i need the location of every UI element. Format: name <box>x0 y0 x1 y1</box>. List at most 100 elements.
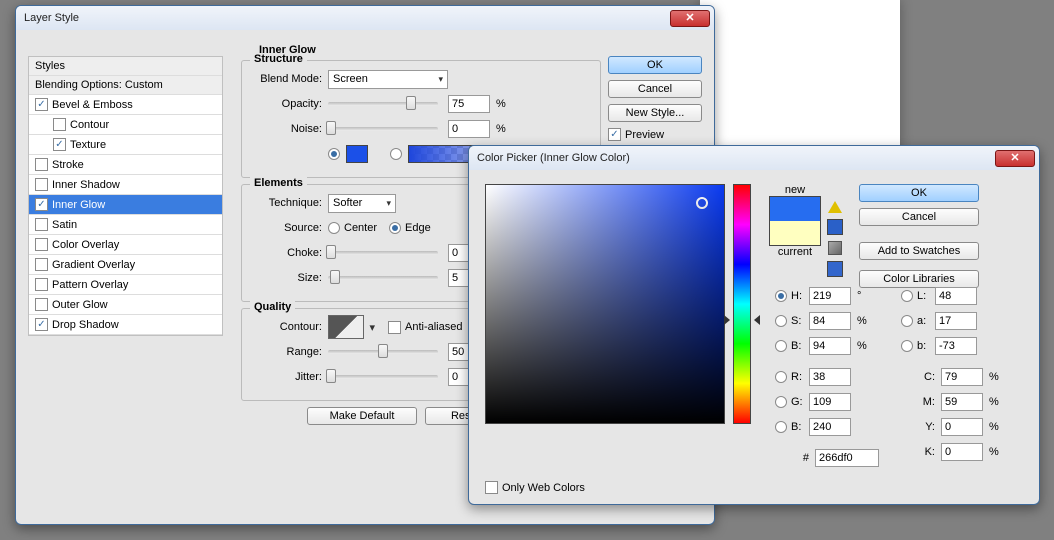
y-label: Y: <box>901 421 935 433</box>
aa-checkbox[interactable] <box>388 321 401 334</box>
style-satin[interactable]: Satin <box>29 215 222 235</box>
glow-gradient-radio[interactable] <box>390 148 402 160</box>
slider-thumb[interactable] <box>378 344 388 358</box>
checkbox[interactable] <box>35 178 48 191</box>
slider-thumb[interactable] <box>326 121 336 135</box>
style-contour[interactable]: Contour <box>29 115 222 135</box>
websafe-swatch[interactable] <box>827 261 843 277</box>
checkbox[interactable]: ✓ <box>53 138 66 151</box>
close-button[interactable]: ✕ <box>995 150 1035 167</box>
titlebar[interactable]: Layer Style ✕ <box>16 6 714 30</box>
noise-input[interactable] <box>448 120 490 138</box>
slider-thumb[interactable] <box>330 270 340 284</box>
s-input[interactable] <box>809 312 851 330</box>
gamut-swatch[interactable] <box>827 219 843 235</box>
checkbox[interactable]: ✓ <box>35 198 48 211</box>
styles-header[interactable]: Styles <box>29 57 222 76</box>
contour-picker[interactable] <box>328 315 364 339</box>
source-center-radio[interactable] <box>328 222 340 234</box>
current-color-swatch[interactable] <box>770 221 820 245</box>
source-edge-radio[interactable] <box>389 222 401 234</box>
technique-dropdown[interactable]: Softer <box>328 194 396 213</box>
hue-strip[interactable] <box>733 184 751 424</box>
hue-pointer[interactable] <box>726 315 758 325</box>
new-style-button[interactable]: New Style... <box>608 104 702 122</box>
style-outer-glow[interactable]: Outer Glow <box>29 295 222 315</box>
opacity-input[interactable] <box>448 95 490 113</box>
titlebar[interactable]: Color Picker (Inner Glow Color) ✕ <box>469 146 1039 170</box>
color-field[interactable] <box>485 184 725 424</box>
preview-checkbox[interactable]: ✓ <box>608 128 621 141</box>
a-radio[interactable] <box>901 315 913 327</box>
size-slider[interactable] <box>328 276 438 280</box>
b-input[interactable] <box>809 337 851 355</box>
bc-radio[interactable] <box>775 421 787 433</box>
opacity-slider[interactable] <box>328 102 438 106</box>
ok-button[interactable]: OK <box>859 184 979 202</box>
checkbox[interactable]: ✓ <box>35 318 48 331</box>
label: Texture <box>70 139 106 151</box>
close-button[interactable]: ✕ <box>670 10 710 27</box>
legend: Quality <box>250 301 295 313</box>
websafe-warning-icon[interactable] <box>828 241 842 255</box>
unit: % <box>857 315 867 327</box>
r-radio[interactable] <box>775 371 787 383</box>
slider-thumb[interactable] <box>406 96 416 110</box>
checkbox[interactable] <box>35 218 48 231</box>
h-radio[interactable] <box>775 290 787 302</box>
blending-options-row[interactable]: Blending Options: Custom <box>29 76 222 95</box>
new-color-swatch[interactable] <box>770 197 820 221</box>
k-input[interactable] <box>941 443 983 461</box>
gamut-warning-icon[interactable] <box>828 201 842 213</box>
c-input[interactable] <box>941 368 983 386</box>
make-default-button[interactable]: Make Default <box>307 407 417 425</box>
blend-mode-dropdown[interactable]: Screen <box>328 70 448 89</box>
glow-color-swatch[interactable] <box>346 145 368 163</box>
cancel-button[interactable]: Cancel <box>859 208 979 226</box>
checkbox[interactable] <box>35 278 48 291</box>
slider-thumb[interactable] <box>326 245 336 259</box>
range-slider[interactable] <box>328 350 438 354</box>
checkbox[interactable] <box>35 298 48 311</box>
style-drop-shadow[interactable]: ✓Drop Shadow <box>29 315 222 335</box>
jitter-slider[interactable] <box>328 375 438 379</box>
noise-slider[interactable] <box>328 127 438 131</box>
add-swatches-button[interactable]: Add to Swatches <box>859 242 979 260</box>
b-radio[interactable] <box>775 340 787 352</box>
checkbox[interactable] <box>53 118 66 131</box>
checkbox[interactable] <box>35 238 48 251</box>
checkbox[interactable] <box>35 258 48 271</box>
style-bevel-emboss[interactable]: ✓Bevel & Emboss <box>29 95 222 115</box>
checkbox[interactable]: ✓ <box>35 98 48 111</box>
h-input[interactable] <box>809 287 851 305</box>
k-label: K: <box>901 446 935 458</box>
style-pattern-overlay[interactable]: Pattern Overlay <box>29 275 222 295</box>
g-input[interactable] <box>809 393 851 411</box>
s-radio[interactable] <box>775 315 787 327</box>
lb-radio[interactable] <box>901 340 913 352</box>
a-input[interactable] <box>935 312 977 330</box>
slider-thumb[interactable] <box>326 369 336 383</box>
style-stroke[interactable]: Stroke <box>29 155 222 175</box>
style-inner-shadow[interactable]: Inner Shadow <box>29 175 222 195</box>
ok-button[interactable]: OK <box>608 56 702 74</box>
l-input[interactable] <box>935 287 977 305</box>
style-color-overlay[interactable]: Color Overlay <box>29 235 222 255</box>
choke-slider[interactable] <box>328 251 438 255</box>
r-input[interactable] <box>809 368 851 386</box>
lb-input[interactable] <box>935 337 977 355</box>
y-input[interactable] <box>941 418 983 436</box>
cancel-button[interactable]: Cancel <box>608 80 702 98</box>
style-texture[interactable]: ✓ Texture <box>29 135 222 155</box>
contour-label: Contour: <box>250 321 328 333</box>
checkbox[interactable] <box>35 158 48 171</box>
g-radio[interactable] <box>775 396 787 408</box>
style-inner-glow[interactable]: ✓Inner Glow <box>29 195 222 215</box>
web-colors-checkbox[interactable] <box>485 481 498 494</box>
hex-input[interactable] <box>815 449 879 467</box>
glow-color-radio[interactable] <box>328 148 340 160</box>
l-radio[interactable] <box>901 290 913 302</box>
style-gradient-overlay[interactable]: Gradient Overlay <box>29 255 222 275</box>
bc-input[interactable] <box>809 418 851 436</box>
m-input[interactable] <box>941 393 983 411</box>
